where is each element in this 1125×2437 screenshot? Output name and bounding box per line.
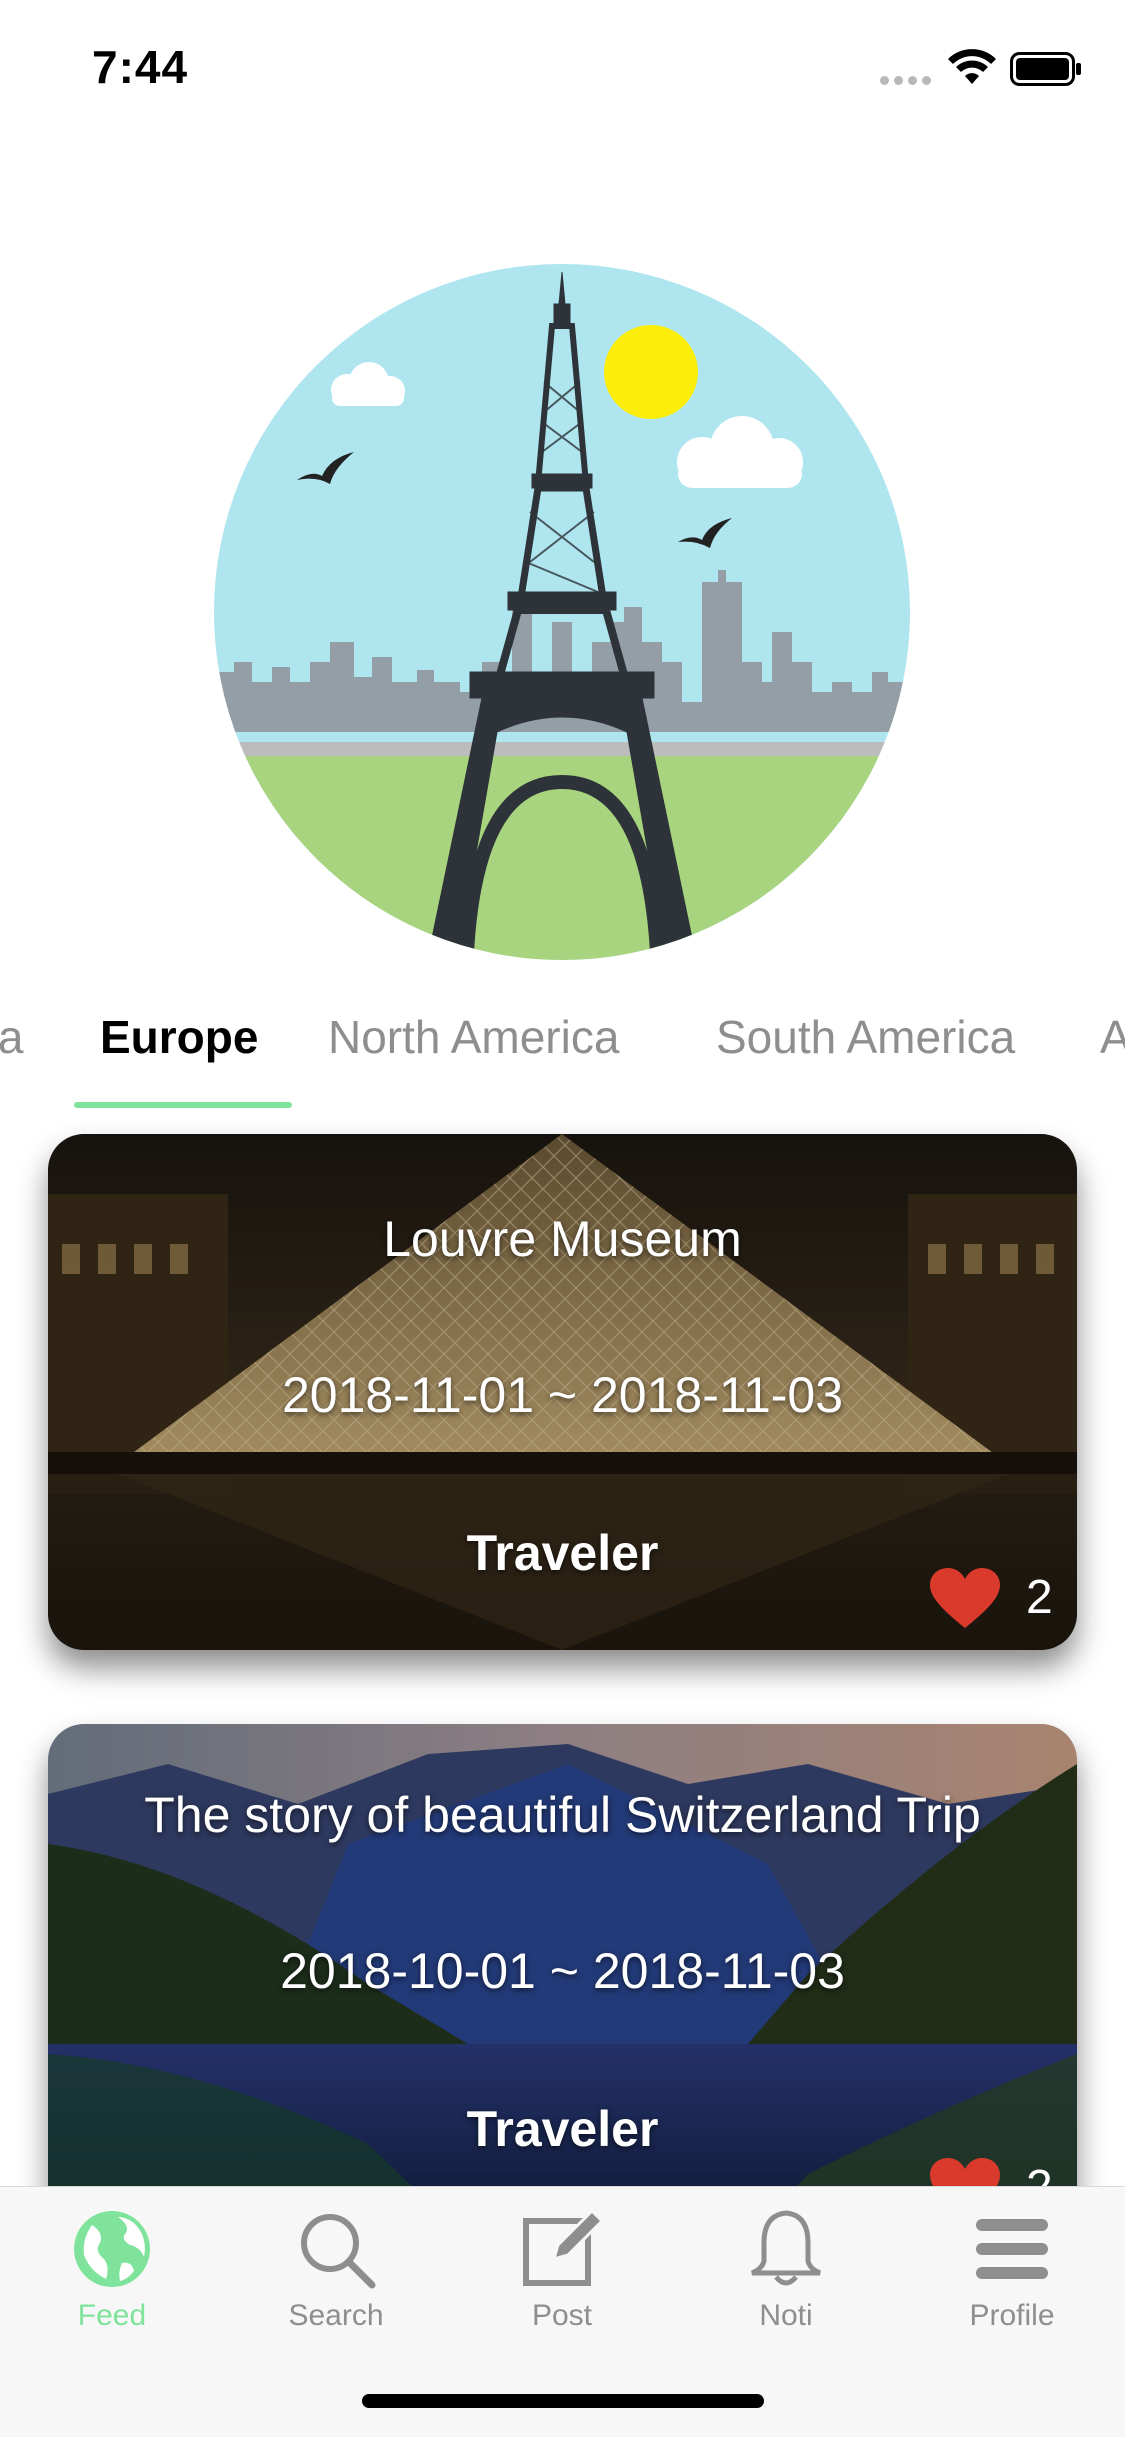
globe-icon	[74, 2211, 150, 2287]
card-dates: 2018-11-01 ~ 2018-11-03	[281, 1367, 844, 1423]
tab-south-america[interactable]: South America	[716, 1010, 1015, 1064]
tab-europe[interactable]: Europe	[100, 1010, 258, 1064]
home-indicator	[362, 2394, 764, 2408]
card-title: Louvre Museum	[383, 1211, 742, 1267]
tab-north-america[interactable]: North America	[328, 1010, 619, 1064]
tabbar-profile[interactable]: Profile	[912, 2207, 1112, 2357]
status-bar: 7:44	[0, 0, 1125, 140]
card-author: Traveler	[466, 1525, 659, 1581]
compose-icon	[523, 2208, 604, 2286]
trip-card[interactable]: Louvre Museum 2018-11-01 ~ 2018-11-03 Tr…	[48, 1134, 1077, 1650]
menu-icon	[976, 2219, 1048, 2279]
active-tab-indicator	[74, 1102, 292, 1108]
bell-icon	[750, 2210, 822, 2286]
card-dates: 2018-10-01 ~ 2018-11-03	[280, 1943, 845, 1999]
tabbar-noti[interactable]: Noti	[686, 2207, 886, 2357]
cellular-signal-icon	[880, 72, 936, 90]
tabbar-label: Noti	[759, 2299, 813, 2332]
like-count: 2	[1026, 1571, 1053, 1624]
tabbar-label: Search	[288, 2299, 384, 2332]
battery-icon	[1010, 52, 1081, 86]
eiffel-tower-illustration	[214, 264, 910, 960]
card-author: Traveler	[466, 2101, 659, 2157]
trip-card[interactable]: The story of beautiful Switzerland Trip …	[48, 1724, 1077, 2240]
tabbar-feed[interactable]: Feed	[12, 2207, 212, 2357]
heart-icon	[930, 1568, 1000, 1628]
tabbar-search[interactable]: Search	[236, 2207, 436, 2357]
category-tabs: Asia Europe North America South America …	[0, 980, 1125, 1115]
tab-africa[interactable]: Africa	[1100, 1010, 1125, 1064]
tabbar-label: Post	[531, 2299, 593, 2332]
tabbar-label: Profile	[969, 2299, 1055, 2332]
tabbar-label: Feed	[77, 2299, 147, 2332]
status-time: 7:44	[92, 41, 189, 93]
search-icon	[301, 2214, 376, 2289]
wifi-icon	[948, 49, 996, 84]
card-title: The story of beautiful Switzerland Trip	[144, 1787, 981, 1843]
tab-asia[interactable]: Asia	[0, 1010, 23, 1064]
tabbar-post[interactable]: Post	[462, 2207, 662, 2357]
